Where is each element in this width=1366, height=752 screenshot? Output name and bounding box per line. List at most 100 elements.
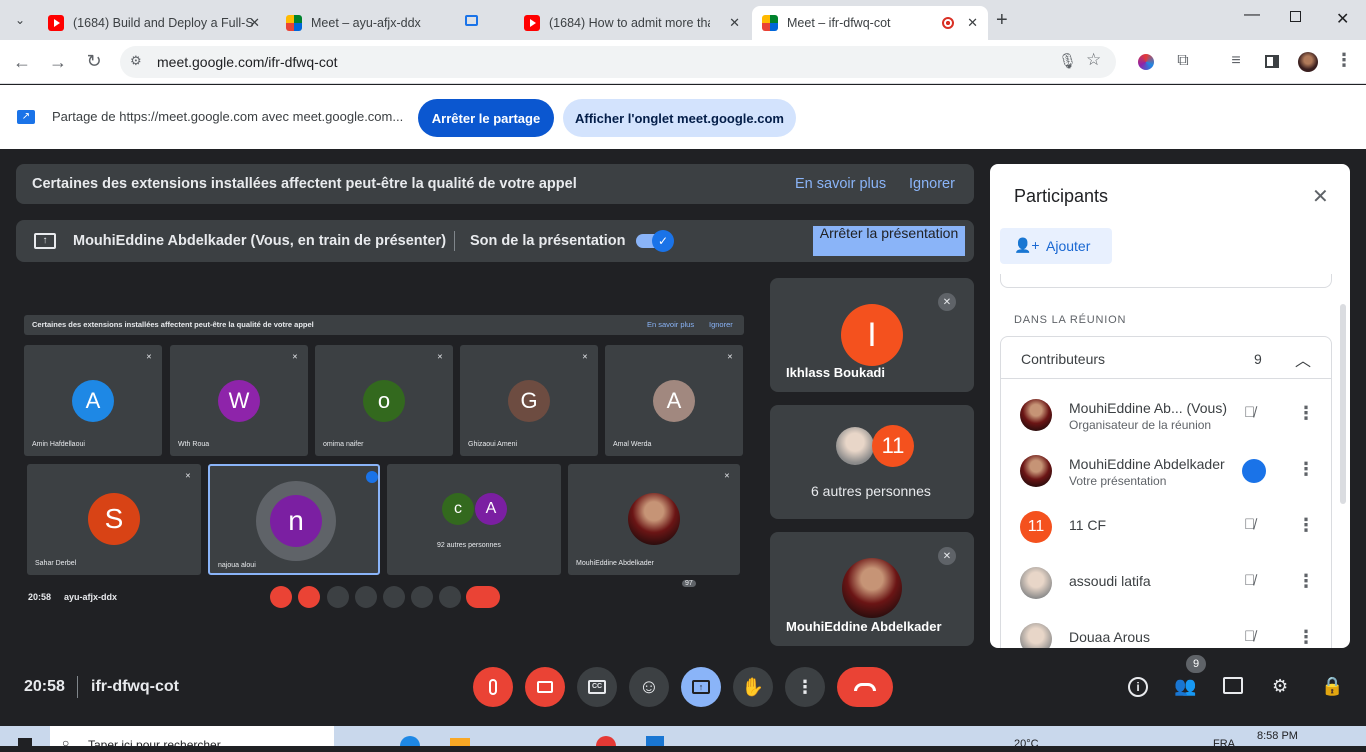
media-control-icon[interactable]: ≡: [1224, 52, 1248, 70]
vscode-icon[interactable]: [646, 736, 664, 746]
presenting-bar: ↑ MouhiEddine Abdelkader (Vous, en train…: [16, 220, 974, 262]
avatar: A: [475, 493, 507, 525]
camera-off-button[interactable]: [525, 667, 565, 707]
inner-ignore: Ignorer: [709, 320, 733, 329]
new-tab-button[interactable]: +: [996, 9, 1008, 32]
host-controls-icon[interactable]: 🔒: [1321, 676, 1343, 697]
close-icon[interactable]: ✕: [967, 15, 978, 31]
taskbar-search[interactable]: ○ Taper ici pour rechercher: [50, 726, 334, 752]
camera-off-icon: [537, 681, 553, 693]
tile-ikhlass[interactable]: I Ikhlass Boukadi ✕: [770, 278, 974, 392]
extension-icon[interactable]: [1138, 54, 1154, 70]
address-bar[interactable]: ⚙ meet.google.com/ifr-dfwq-cot 🎙 ☆: [120, 46, 1116, 78]
site-settings-icon[interactable]: ⚙: [130, 53, 142, 69]
contributors-header[interactable]: Contributeurs 9 ︿: [1001, 337, 1331, 379]
tile-mouhieddine[interactable]: MouhiEddine Abdelkader ✕: [770, 532, 974, 646]
inner-tile: S Sahar Derbel ✕: [27, 464, 201, 575]
close-icon[interactable]: ✕: [249, 15, 260, 31]
avatar: n: [270, 495, 322, 547]
hand-icon: ✋: [741, 676, 765, 697]
tab-search-button[interactable]: ⌄: [10, 10, 30, 30]
shared-screen-preview: Certaines des extensions installées affe…: [16, 278, 758, 648]
info-icon[interactable]: i: [1128, 677, 1148, 697]
tab-1[interactable]: (1684) Build and Deploy a Full-S ✕: [38, 6, 270, 40]
tab-3[interactable]: (1684) How to admit more than ✕: [514, 6, 750, 40]
captions-icon: CC: [588, 680, 606, 694]
more-vert-icon[interactable]: ⋮: [1297, 515, 1315, 536]
inner-mic-off-icon: [270, 586, 292, 608]
close-panel-icon[interactable]: ✕: [1312, 184, 1329, 209]
more-options-button[interactable]: ⋮: [785, 667, 825, 707]
participant-name: Ikhlass Boukadi: [786, 365, 885, 380]
people-icon[interactable]: 👥: [1174, 676, 1196, 697]
banner-text: Certaines des extensions installées affe…: [32, 176, 577, 192]
microphone-icon[interactable]: 🎙: [1058, 52, 1077, 70]
more-vert-icon[interactable]: ⋮: [1297, 403, 1315, 424]
inner-tile: A Amin Hafdellaoui ✕: [24, 345, 162, 456]
participant-row[interactable]: assoudi latifa 🎙̸ ⋮: [1000, 555, 1332, 611]
sharing-info-bar: ↗ Partage de https://meet.google.com ave…: [0, 85, 1366, 149]
raise-hand-button[interactable]: ✋: [733, 667, 773, 707]
tab-4-active[interactable]: Meet – ifr-dfwq-cot ✕: [752, 6, 988, 40]
back-icon[interactable]: ←: [10, 52, 34, 73]
inner-hangup-icon: [466, 586, 500, 608]
mic-off-icon: ✕: [146, 354, 152, 361]
present-icon: ↑: [692, 680, 710, 694]
participant-row[interactable]: 11 11 CF 🎙̸ ⋮: [1000, 499, 1332, 555]
bookmark-star-icon[interactable]: ☆: [1086, 50, 1101, 70]
mic-off-icon: ✕: [437, 354, 443, 361]
activities-icon[interactable]: ⚙: [1272, 676, 1288, 697]
tile-name: Wth Roua: [178, 441, 210, 448]
more-vert-icon[interactable]: ⋮: [1297, 627, 1315, 648]
forward-icon[interactable]: →: [46, 52, 70, 73]
more-vert-icon[interactable]: ⋮: [1297, 459, 1315, 480]
present-button[interactable]: ↑: [681, 667, 721, 707]
close-window-button[interactable]: ✕: [1336, 9, 1349, 29]
stop-presentation-button[interactable]: Arrêter la présentation: [813, 226, 965, 256]
participant-name: 11 CF: [1069, 517, 1107, 533]
menu-more-icon[interactable]: ⋮: [1332, 50, 1356, 71]
participant-row[interactable]: MouhiEddine Abdelkader Votre présentation…: [1000, 443, 1332, 499]
tile-name: Amal Werda: [613, 441, 652, 448]
stop-sharing-button[interactable]: Arrêter le partage: [418, 99, 554, 137]
avatar: G: [508, 380, 550, 422]
profile-avatar[interactable]: [1298, 52, 1318, 72]
taskbar-app-icon[interactable]: [400, 736, 420, 746]
minimize-button[interactable]: —: [1244, 6, 1260, 24]
search-icon: ○: [62, 736, 70, 750]
add-people-button[interactable]: 👤+ Ajouter: [1000, 228, 1112, 264]
extensions-puzzle-icon[interactable]: ⧉: [1171, 52, 1195, 70]
participant-row[interactable]: Douaa Arous 🎙̸ ⋮: [1000, 611, 1332, 648]
others-count-label: 6 autres personnes: [811, 483, 931, 499]
mic-off-button[interactable]: [473, 667, 513, 707]
emoji-button[interactable]: ☺: [629, 667, 669, 707]
meeting-code: ifr-dfwq-cot: [91, 678, 179, 695]
leave-call-button[interactable]: [837, 667, 893, 707]
close-icon[interactable]: ✕: [729, 15, 740, 31]
windows-start-icon[interactable]: [18, 738, 32, 748]
youtube-icon: [524, 15, 540, 31]
reload-icon[interactable]: ↻: [82, 51, 106, 72]
file-explorer-icon[interactable]: [450, 738, 470, 746]
ignore-link[interactable]: Ignorer: [909, 176, 955, 192]
side-panel-icon[interactable]: [1265, 55, 1279, 68]
chrome-icon[interactable]: [596, 736, 616, 746]
inner-banner-text: Certaines des extensions installées affe…: [32, 320, 314, 329]
chat-icon[interactable]: [1223, 677, 1243, 694]
panel-scrollbar[interactable]: [1340, 304, 1346, 504]
restore-button[interactable]: [1290, 11, 1301, 22]
participant-row[interactable]: MouhiEddine Ab... (Vous) Organisateur de …: [1000, 387, 1332, 443]
captions-button[interactable]: CC: [577, 667, 617, 707]
tab-2[interactable]: Meet – ayu-afjx-ddx: [276, 6, 512, 40]
chevron-up-icon[interactable]: ︿: [1295, 347, 1311, 371]
meeting-time: 20:58: [24, 678, 65, 695]
presentation-sound-toggle[interactable]: ✓: [636, 230, 674, 252]
tile-others[interactable]: 11 6 autres personnes: [770, 405, 974, 519]
show-tab-button[interactable]: Afficher l'onglet meet.google.com: [563, 99, 796, 137]
more-vert-icon[interactable]: ⋮: [1297, 571, 1315, 592]
taskbar-search-text: Taper ici pour rechercher: [88, 738, 221, 752]
meet-icon: [762, 15, 778, 31]
learn-more-link[interactable]: En savoir plus: [795, 176, 886, 192]
inner-count-badge: 97: [682, 580, 696, 587]
avatar: [1020, 399, 1052, 431]
